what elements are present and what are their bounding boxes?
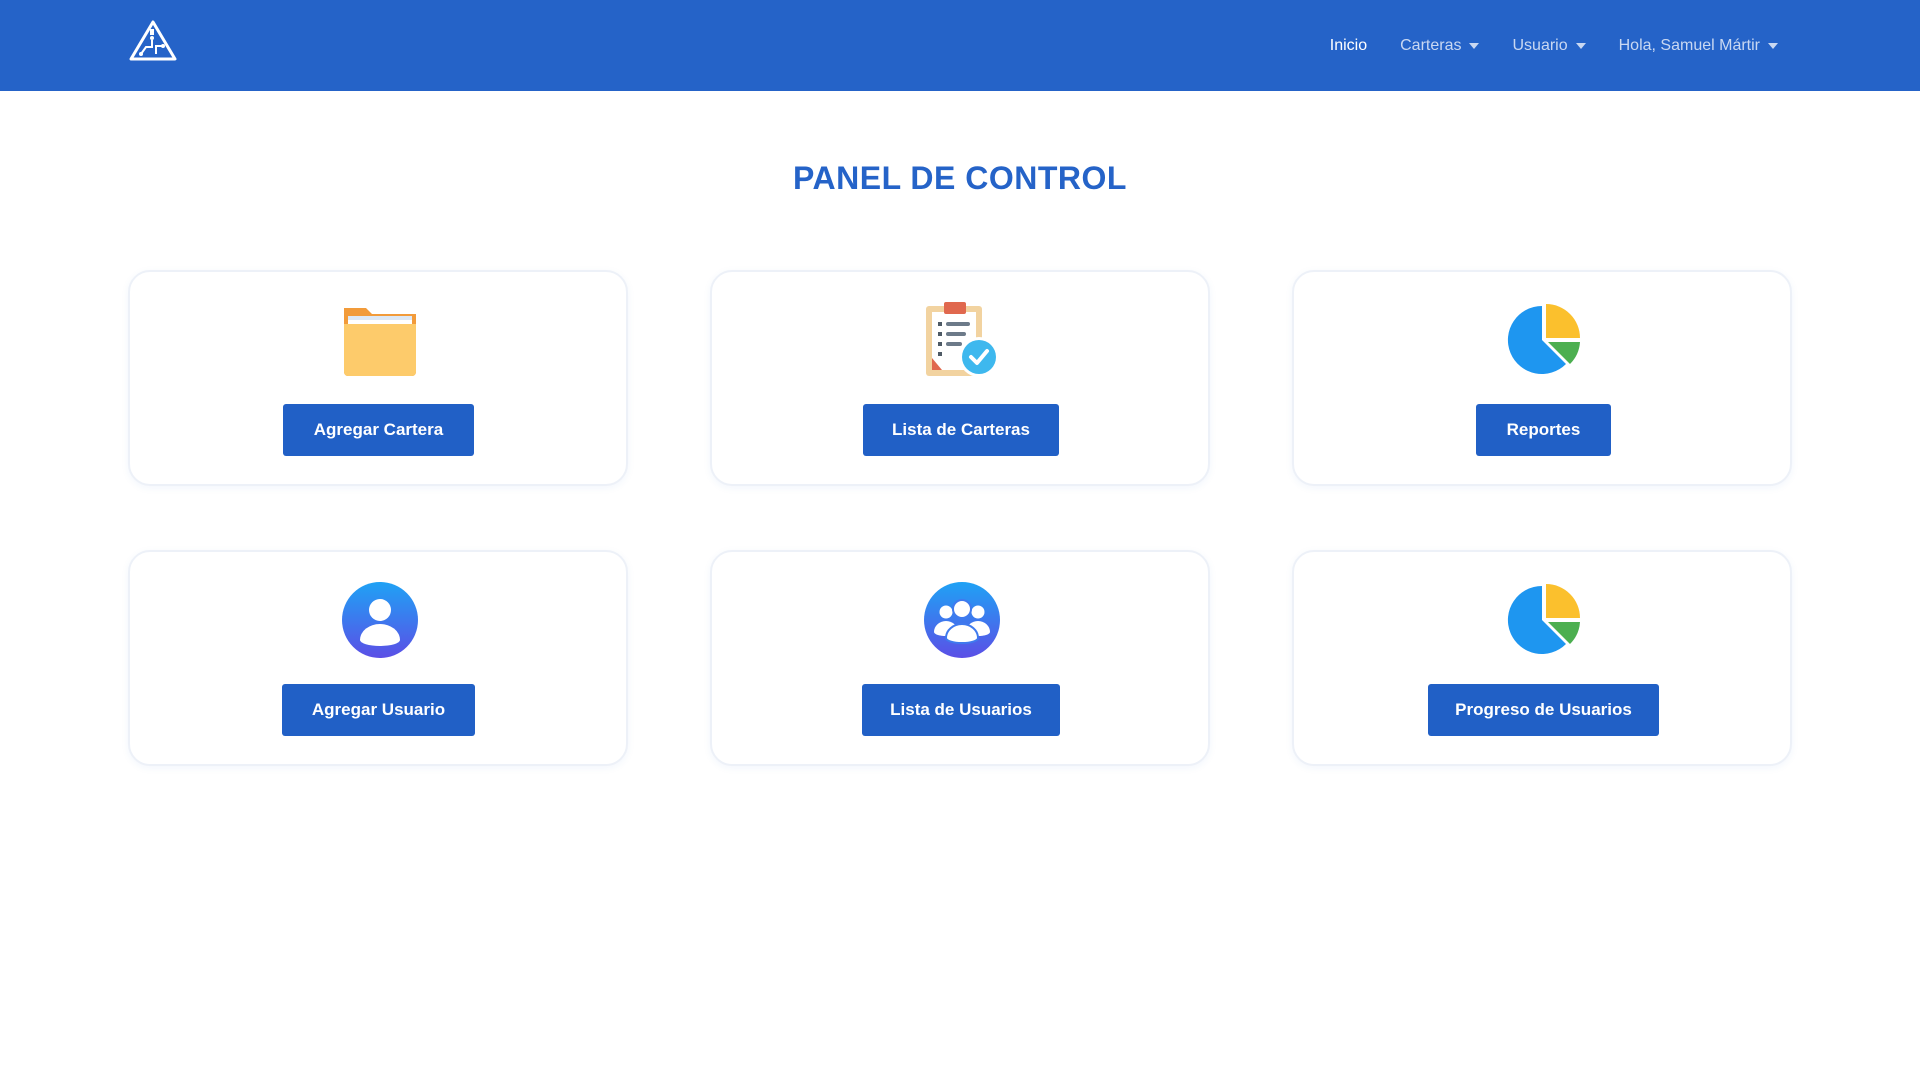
pie-chart-icon [1507,304,1580,374]
mountain-circuit-logo-icon[interactable] [128,20,178,62]
nav-item-label: Usuario [1512,36,1568,54]
caret-down-icon [1575,42,1586,49]
clipboard-check-icon [926,302,999,377]
agregar-usuario-button[interactable]: Agregar Usuario [282,684,475,736]
folder-icon [344,308,416,376]
card-lista-carteras: Lista de Carteras [710,270,1210,486]
nav-item-user-greeting[interactable]: Hola, Samuel Mártir [1619,37,1778,55]
user-icon [342,582,418,658]
pie-chart-icon [1507,584,1580,654]
caret-down-icon [1768,42,1778,49]
lista-usuarios-button[interactable]: Lista de Usuarios [862,684,1060,736]
nav-item-carteras[interactable]: Carteras [1400,36,1480,55]
page-title: PANEL DE CONTROL [793,160,1127,196]
lista-carteras-button[interactable]: Lista de Carteras [863,404,1059,456]
card-lista-usuarios: Lista de Usuarios [710,550,1210,766]
nav-item-label: Carteras [1400,36,1462,54]
nav-item-inicio[interactable]: Inicio [1330,37,1367,55]
users-group-icon [924,582,1000,658]
nav-menu: Inicio Carteras Usuario Hola, Samuel Már… [1297,0,1778,91]
nav-item-label: Inicio [1329,36,1368,54]
nav-item-usuario[interactable]: Usuario [1512,36,1586,55]
nav-item-label: Hola, Samuel Mártir [1618,36,1760,54]
reportes-button[interactable]: Reportes [1476,404,1611,456]
top-navbar: Inicio Carteras Usuario Hola, Samuel Már… [0,0,1920,91]
card-reportes: Reportes [1292,270,1792,486]
card-agregar-usuario: Agregar Usuario [128,550,628,766]
card-agregar-cartera: Agregar Cartera [128,270,628,486]
progreso-usuarios-button[interactable]: Progreso de Usuarios [1428,684,1659,736]
caret-down-icon [1469,42,1480,49]
card-progreso-usuarios: Progreso de Usuarios [1292,550,1792,766]
agregar-cartera-button[interactable]: Agregar Cartera [283,404,474,456]
